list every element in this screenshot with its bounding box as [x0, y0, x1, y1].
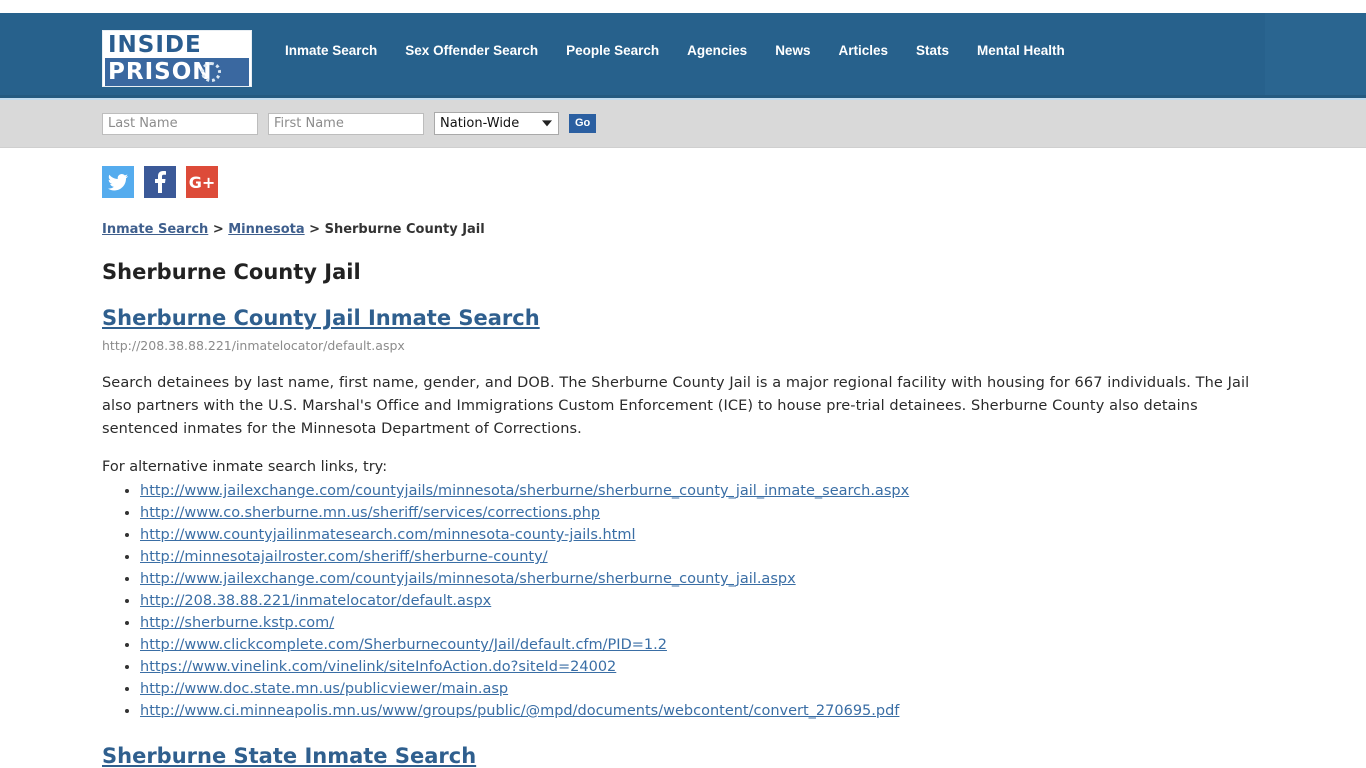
google-plus-glyph: G+ [188, 172, 216, 192]
breadcrumb: Inmate Search > Minnesota > Sherburne Co… [102, 198, 1266, 237]
nav-item-articles[interactable]: Articles [838, 42, 888, 59]
state-inmate-search-link[interactable]: Sherburne State Inmate Search [102, 744, 476, 768]
alt-link[interactable]: http://www.clickcomplete.com/Sherburneco… [140, 637, 667, 653]
section-heading-state-inmate-search: Sherburne State Inmate Search [102, 744, 1266, 768]
list-item: http://www.clickcomplete.com/Sherburneco… [140, 634, 1266, 656]
site-header: INSIDE PRISON Inmate Search Sex Offender… [0, 13, 1366, 98]
breadcrumb-current: Sherburne County Jail [324, 222, 485, 237]
breadcrumb-link-inmate-search[interactable]: Inmate Search [102, 222, 208, 237]
scope-select[interactable]: Nation-Wide [434, 112, 559, 135]
alt-link[interactable]: http://www.countyjailinmatesearch.com/mi… [140, 527, 636, 543]
list-item: http://www.ci.minneapolis.mn.us/www/grou… [140, 700, 1266, 722]
list-item: http://minnesotajailroster.com/sheriff/s… [140, 546, 1266, 568]
logo-line-prison: PRISON [105, 58, 249, 86]
barbed-wire-ring-icon [201, 62, 221, 82]
jail-inmate-search-link[interactable]: Sherburne County Jail Inmate Search [102, 306, 540, 330]
page-content: G+ Inmate Search > Minnesota > Sherburne… [0, 148, 1366, 768]
jail-inmate-search-url: http://208.38.88.221/inmatelocator/defau… [102, 338, 405, 353]
list-item: http://www.countyjailinmatesearch.com/mi… [140, 524, 1266, 546]
scope-select-value: Nation-Wide [440, 116, 520, 131]
nav-item-stats[interactable]: Stats [916, 42, 949, 59]
go-button[interactable]: Go [569, 114, 597, 133]
alt-link[interactable]: http://www.jailexchange.com/countyjails/… [140, 483, 909, 499]
nav-item-inmate-search[interactable]: Inmate Search [285, 42, 377, 59]
nav-item-people-search[interactable]: People Search [566, 42, 659, 59]
alt-link[interactable]: https://www.vinelink.com/vinelink/siteIn… [140, 659, 616, 675]
facebook-icon[interactable] [144, 166, 176, 198]
alt-links-lead: For alternative inmate search links, try… [102, 459, 388, 475]
alt-link[interactable]: http://www.jailexchange.com/countyjails/… [140, 571, 796, 587]
quick-search-bar: Nation-Wide Go [0, 100, 1366, 148]
list-item: http://www.doc.state.mn.us/publicviewer/… [140, 678, 1266, 700]
social-share-row: G+ [102, 148, 1266, 198]
breadcrumb-separator-1: > [208, 222, 229, 237]
main-navigation: Inmate Search Sex Offender Search People… [285, 42, 1065, 59]
jail-description: Search detainees by last name, first nam… [102, 375, 1250, 437]
list-item: http://www.jailexchange.com/countyjails/… [140, 480, 1266, 502]
logo-line-inside: INSIDE [105, 33, 249, 58]
list-item: http://www.co.sherburne.mn.us/sheriff/se… [140, 502, 1266, 524]
last-name-input[interactable] [102, 112, 258, 135]
list-item: http://208.38.88.221/inmatelocator/defau… [140, 590, 1266, 612]
list-item: http://www.jailexchange.com/countyjails/… [140, 568, 1266, 590]
list-item: http://sherburne.kstp.com/ [140, 612, 1266, 634]
chevron-down-icon [542, 119, 552, 126]
alt-link[interactable]: http://www.doc.state.mn.us/publicviewer/… [140, 681, 508, 697]
alt-link[interactable]: http://www.ci.minneapolis.mn.us/www/grou… [140, 703, 899, 719]
nav-item-sex-offender-search[interactable]: Sex Offender Search [405, 42, 538, 59]
nav-item-agencies[interactable]: Agencies [687, 42, 747, 59]
list-item: https://www.vinelink.com/vinelink/siteIn… [140, 656, 1266, 678]
section-heading-jail-inmate-search: Sherburne County Jail Inmate Search [102, 306, 1266, 330]
alt-link[interactable]: http://sherburne.kstp.com/ [140, 615, 334, 631]
alt-link[interactable]: http://www.co.sherburne.mn.us/sheriff/se… [140, 505, 600, 521]
twitter-icon[interactable] [102, 166, 134, 198]
google-plus-icon[interactable]: G+ [186, 166, 218, 198]
site-logo[interactable]: INSIDE PRISON [102, 30, 252, 87]
first-name-input[interactable] [268, 112, 424, 135]
alternative-links-list: http://www.jailexchange.com/countyjails/… [102, 480, 1266, 722]
page-title: Sherburne County Jail [102, 260, 361, 284]
nav-item-mental-health[interactable]: Mental Health [977, 42, 1065, 59]
alt-link[interactable]: http://minnesotajailroster.com/sheriff/s… [140, 549, 548, 565]
alt-link[interactable]: http://208.38.88.221/inmatelocator/defau… [140, 593, 491, 609]
nav-item-news[interactable]: News [775, 42, 810, 59]
logo-line-prison-text: PRISON [108, 59, 213, 85]
breadcrumb-link-minnesota[interactable]: Minnesota [228, 222, 304, 237]
breadcrumb-separator-2: > [304, 222, 325, 237]
top-white-spacer [0, 0, 1366, 13]
